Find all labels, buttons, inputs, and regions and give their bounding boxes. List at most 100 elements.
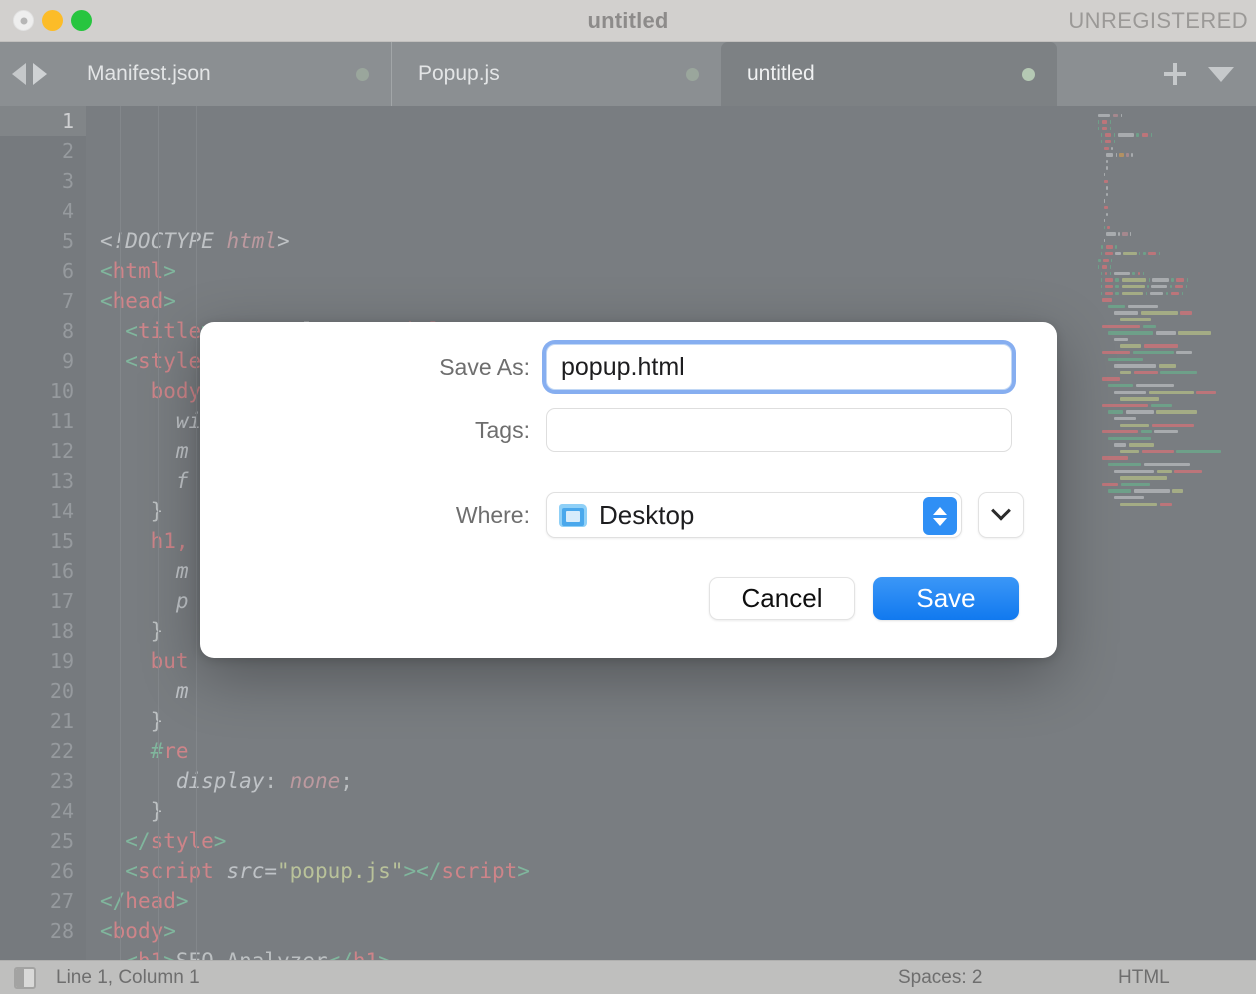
triangle-left-icon[interactable]: [12, 63, 26, 85]
line-number: 5: [61, 229, 74, 253]
minimap-line: [1090, 138, 1256, 145]
code-line: }: [100, 709, 164, 733]
line-number: 25: [49, 829, 74, 853]
minimap-line: [1090, 376, 1256, 383]
line-number: 1: [0, 106, 86, 136]
unregistered-badge: UNREGISTERED: [1068, 8, 1248, 33]
minimap-line: [1090, 283, 1256, 290]
modified-dot-icon[interactable]: [686, 67, 699, 81]
minimap-line: [1090, 119, 1256, 126]
modified-dot-icon[interactable]: [356, 67, 369, 81]
minimap-line: [1090, 363, 1256, 370]
caret-down-icon[interactable]: [1208, 66, 1234, 82]
minimap-line: [1090, 264, 1256, 271]
minimap-line: [1090, 336, 1256, 343]
line-number: 12: [49, 439, 74, 463]
minimap-line: [1090, 165, 1256, 172]
code-line: </style>: [100, 829, 227, 853]
minimap-line: [1090, 132, 1256, 139]
code-line: <h1>SEO Analyzer</h1>: [100, 946, 1256, 960]
minimap-line: [1090, 185, 1256, 192]
minimap-line: [1090, 382, 1256, 389]
minimap-line: [1090, 145, 1256, 152]
line-number: 11: [49, 409, 74, 433]
cancel-button[interactable]: Cancel: [709, 577, 855, 620]
minimap-line: [1090, 481, 1256, 488]
minimap-line: [1090, 198, 1256, 205]
minimap-line: [1090, 191, 1256, 198]
minimap-line: [1090, 455, 1256, 462]
indentation-setting[interactable]: Spaces: 2: [898, 967, 983, 989]
line-number: 18: [49, 619, 74, 643]
tags-row: Tags:: [360, 408, 1012, 452]
line-number-gutter: 1 2 3 4 5 6 7 8 9 10 11 12 13 14 15 16 17 18 19 20 21 22 23 24 2…: [0, 106, 86, 960]
minimap-line: [1090, 435, 1256, 442]
sidebar-toggle-icon[interactable]: [14, 966, 36, 989]
tab-untitled[interactable]: untitled: [721, 42, 1057, 106]
minimap-line: [1090, 158, 1256, 165]
plus-icon[interactable]: [1164, 63, 1186, 85]
save-as-input[interactable]: popup.html: [546, 344, 1012, 390]
code-line: <body>: [100, 919, 176, 943]
dialog-actions: Cancel Save: [709, 577, 1019, 620]
minimap-line: [1090, 349, 1256, 356]
save-as-label: Save As:: [439, 353, 530, 380]
minimap-line: [1090, 231, 1256, 238]
where-location-select[interactable]: Desktop: [546, 492, 962, 538]
line-number: 13: [49, 469, 74, 493]
code-minimap[interactable]: [1090, 106, 1256, 960]
window-titlebar: untitled UNREGISTERED: [0, 0, 1256, 42]
folder-icon: [559, 503, 587, 527]
line-number: 7: [61, 289, 74, 313]
save-as-row: Save As: popup.html: [360, 344, 1012, 390]
line-number: 6: [61, 259, 74, 283]
minimap-line: [1090, 112, 1256, 119]
minimap-line: [1090, 468, 1256, 475]
minimap-line: [1090, 488, 1256, 495]
code-line: <script src="popup.js"></script>: [100, 859, 530, 883]
line-number: 28: [49, 919, 74, 943]
line-number: 3: [61, 169, 74, 193]
tab-label: Manifest.json: [87, 62, 211, 85]
line-number: 9: [61, 349, 74, 373]
modified-dot-icon[interactable]: [1022, 67, 1035, 81]
minimap-line: [1090, 303, 1256, 310]
minimap-line: [1090, 389, 1256, 396]
minimap-line: [1090, 429, 1256, 436]
minimap-line: [1090, 270, 1256, 277]
line-number: 26: [49, 859, 74, 883]
where-label: Where:: [455, 501, 530, 528]
save-button[interactable]: Save: [873, 577, 1019, 620]
code-line: <head>: [100, 289, 176, 313]
line-number: 19: [49, 649, 74, 673]
code-line: <!DOCTYPE html>: [100, 229, 290, 253]
minimap-line: [1090, 356, 1256, 363]
tab-popup-js[interactable]: Popup.js: [391, 42, 721, 106]
tags-input[interactable]: [546, 408, 1012, 452]
minimap-line: [1090, 125, 1256, 132]
line-number: 20: [49, 679, 74, 703]
line-number: 2: [61, 139, 74, 163]
minimap-line: [1090, 323, 1256, 330]
minimap-line: [1090, 211, 1256, 218]
minimap-line: [1090, 316, 1256, 323]
line-number: 8: [61, 319, 74, 343]
tab-list: Manifest.json Popup.js untitled: [61, 42, 1140, 106]
minimap-line: [1090, 224, 1256, 231]
tab-navigation: [0, 42, 61, 106]
tab-manifest-json[interactable]: Manifest.json: [61, 42, 391, 106]
line-number: 15: [49, 529, 74, 553]
language-mode[interactable]: HTML: [1118, 967, 1170, 989]
expand-browser-button[interactable]: [978, 492, 1024, 538]
up-down-stepper-icon[interactable]: [923, 497, 957, 535]
minimap-line: [1090, 461, 1256, 468]
minimap-line: [1090, 415, 1256, 422]
line-number: 23: [49, 769, 74, 793]
triangle-right-icon[interactable]: [33, 63, 47, 85]
minimap-line: [1090, 218, 1256, 225]
code-line: <html>: [100, 259, 176, 283]
minimap-line: [1090, 277, 1256, 284]
line-number: 17: [49, 589, 74, 613]
cursor-position[interactable]: Line 1, Column 1: [56, 967, 200, 989]
where-row: Where: Desktop: [360, 492, 1024, 538]
